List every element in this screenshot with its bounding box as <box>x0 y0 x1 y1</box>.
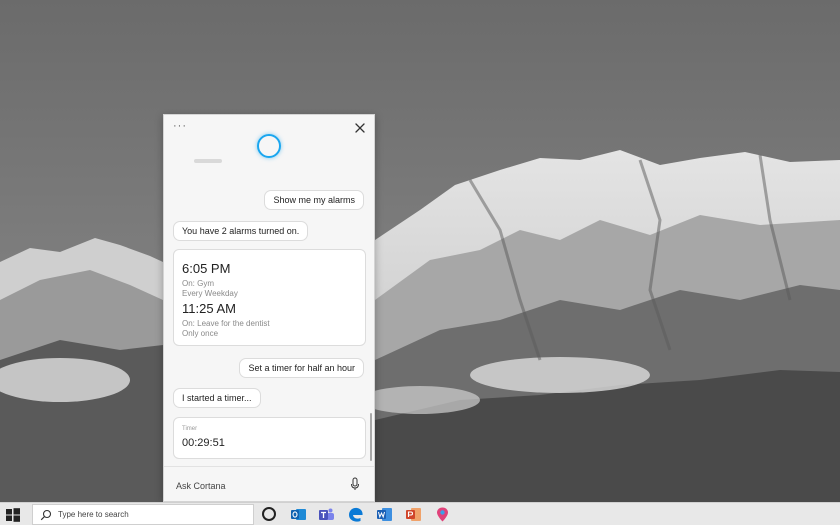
alarm-label: On: Gym <box>182 279 215 288</box>
mountain-landscape-image <box>0 0 840 502</box>
cortana-panel: ··· Show me my alarms You have 2 alarms … <box>163 114 375 502</box>
assistant-message-bubble: You have 2 alarms turned on. <box>173 221 309 241</box>
microphone-icon[interactable] <box>350 477 360 491</box>
teams-icon[interactable] <box>318 506 335 523</box>
alarm-repeat: Only once <box>182 329 219 338</box>
taskbar: Type here to search <box>0 502 840 525</box>
timer-label: Timer <box>182 426 198 432</box>
scrolled-content-remnant <box>194 159 222 163</box>
timer-card[interactable]: Timer 00:29:51 <box>173 417 366 459</box>
outlook-icon[interactable] <box>290 506 307 523</box>
taskbar-search-box[interactable]: Type here to search <box>32 504 254 525</box>
alarm-repeat: Every Weekday <box>182 289 238 298</box>
ask-cortana-input[interactable]: Ask Cortana <box>176 481 226 491</box>
cortana-icon[interactable] <box>262 507 276 521</box>
alarms-card[interactable]: 6:05 PM On: Gym Every Weekday 11:25 AM O… <box>173 249 366 346</box>
more-options-icon[interactable]: ··· <box>170 121 190 135</box>
office-icon[interactable] <box>405 506 422 523</box>
alarm-time: 11:25 AM <box>182 301 236 316</box>
scrollbar[interactable] <box>370 413 372 461</box>
alarm-time: 6:05 PM <box>182 261 231 276</box>
timer-value: 00:29:51 <box>182 437 225 449</box>
cortana-logo-icon <box>257 134 281 158</box>
user-message-bubble: Show me my alarms <box>264 190 364 210</box>
windows-start-icon[interactable] <box>5 507 21 523</box>
user-message-bubble: Set a timer for half an hour <box>239 358 364 378</box>
desktop-wallpaper <box>0 0 840 502</box>
divider <box>164 466 374 467</box>
edge-icon[interactable] <box>347 506 364 523</box>
close-icon[interactable] <box>352 120 368 136</box>
assistant-message-bubble: I started a timer... <box>173 388 261 408</box>
search-icon <box>40 509 52 521</box>
alarm-label: On: Leave for the dentist <box>182 319 270 328</box>
word-icon[interactable] <box>376 506 393 523</box>
search-placeholder: Type here to search <box>58 510 129 519</box>
maps-icon[interactable] <box>434 506 451 523</box>
